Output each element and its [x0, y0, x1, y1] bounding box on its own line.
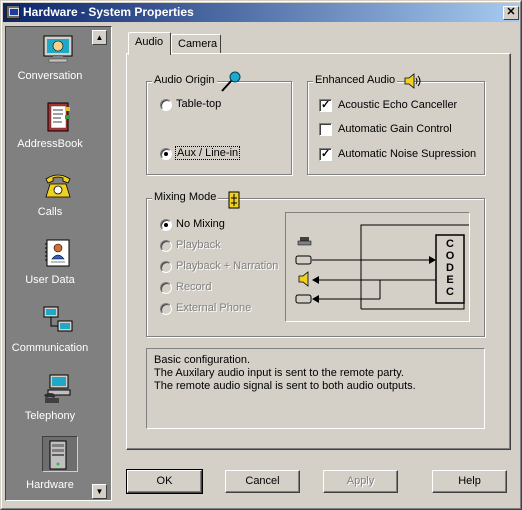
help-label: Help — [458, 475, 481, 487]
description-box: Basic configuration. The Auxilary audio … — [146, 348, 485, 429]
audio-origin-group — [146, 81, 292, 175]
external-phone-radio[interactable] — [160, 303, 172, 315]
title-bar: Hardware - System Properties ✕ — [3, 3, 519, 22]
gain-control-label[interactable]: Automatic Gain Control — [338, 123, 452, 135]
conversation-icon — [43, 35, 73, 63]
sidebar-item-label: Hardware — [26, 479, 74, 491]
network-icon — [43, 306, 73, 335]
echo-canceller-label[interactable]: Acoustic Echo Canceller — [338, 99, 457, 111]
codec-label: C O D E C — [437, 238, 463, 298]
playback-narration-radio[interactable] — [160, 261, 172, 273]
sidebar-item-communication[interactable]: Communication — [6, 303, 96, 363]
noise-supression-label[interactable]: Automatic Noise Supression — [338, 148, 476, 160]
system-properties-window: Hardware - System Properties ✕ Conversat… — [0, 0, 522, 510]
hardware-icon — [49, 440, 67, 470]
tab-camera[interactable]: Camera — [171, 34, 221, 54]
description-line: Basic configuration. — [154, 354, 250, 366]
sidebar-item-label: Conversation — [17, 70, 83, 82]
sidebar-item-telephony[interactable]: Telephony — [6, 371, 96, 431]
table-top-source-icon — [297, 237, 312, 246]
sidebar: Conversation AddressBook Calls User Data… — [5, 26, 112, 501]
cancel-label: Cancel — [245, 475, 280, 487]
scroll-down-button[interactable]: ▼ — [92, 484, 107, 499]
tab-audio[interactable]: Audio — [128, 32, 171, 55]
sidebar-item-conversation[interactable]: Conversation — [6, 31, 96, 91]
sidebar-item-user-data[interactable]: User Data — [6, 235, 96, 295]
playback-narration-label: Playback + Narration — [176, 260, 279, 272]
description-line: The remote audio signal is sent to both … — [154, 380, 416, 392]
app-icon — [6, 5, 20, 19]
sidebar-item-label: Communication — [11, 342, 89, 354]
gain-control-checkbox[interactable] — [319, 123, 332, 136]
codec-letter: E — [446, 274, 454, 286]
noise-supression-checkbox[interactable] — [319, 147, 332, 161]
record-radio[interactable] — [160, 282, 172, 294]
cancel-button[interactable]: Cancel — [225, 470, 300, 493]
sidebar-item-label: User Data — [25, 274, 75, 286]
sidebar-item-label: AddressBook — [17, 138, 83, 150]
routing-diagram: C O D E C — [285, 212, 470, 322]
table-top-label[interactable]: Table-top — [176, 98, 221, 110]
playback-label: Playback — [176, 239, 221, 251]
user-data-icon — [45, 239, 70, 267]
sidebar-item-hardware[interactable]: Hardware — [6, 439, 96, 499]
aux-line-in-label[interactable]: Aux / Line-in — [174, 146, 241, 160]
sidebar-item-calls[interactable]: Calls — [6, 167, 96, 227]
ok-button[interactable]: OK — [126, 469, 203, 494]
record-label: Record — [176, 281, 212, 293]
description-line: The Auxilary audio input is sent to the … — [154, 367, 404, 379]
apply-label: Apply — [346, 475, 375, 487]
no-mixing-label[interactable]: No Mixing — [176, 218, 225, 230]
tab-label: Audio — [135, 36, 164, 48]
echo-canceller-checkbox[interactable] — [319, 98, 332, 112]
playback-radio[interactable] — [160, 240, 172, 252]
codec-letter: O — [445, 250, 455, 262]
window-title: Hardware - System Properties — [23, 5, 194, 19]
help-button[interactable]: Help — [432, 470, 507, 493]
sidebar-item-addressbook[interactable]: AddressBook — [6, 99, 96, 159]
close-button[interactable]: ✕ — [503, 6, 519, 20]
ok-label: OK — [156, 475, 173, 487]
sidebar-item-label: Telephony — [24, 410, 76, 422]
microphone-icon — [221, 71, 241, 92]
codec-letter: C — [446, 238, 454, 250]
table-top-radio[interactable] — [160, 99, 172, 111]
scroll-up-button[interactable]: ▲ — [92, 30, 107, 45]
no-mixing-radio[interactable] — [160, 219, 172, 231]
phone-icon — [45, 174, 71, 198]
enhanced-audio-title: Enhanced Audio — [313, 74, 398, 86]
telephony-icon — [44, 374, 71, 403]
aux-line-in-radio[interactable] — [160, 148, 172, 160]
apply-button[interactable]: Apply — [323, 470, 398, 493]
codec-letter: C — [446, 286, 454, 298]
sidebar-item-label: Calls — [37, 206, 63, 218]
tab-label: Camera — [178, 38, 218, 50]
mixer-icon — [228, 191, 240, 209]
codec-letter: D — [446, 262, 454, 274]
external-phone-label: External Phone — [176, 302, 252, 314]
audio-origin-title: Audio Origin — [152, 74, 217, 86]
addressbook-icon — [47, 102, 70, 132]
speaker-icon — [404, 73, 421, 89]
mixing-mode-title: Mixing Mode — [152, 191, 219, 203]
